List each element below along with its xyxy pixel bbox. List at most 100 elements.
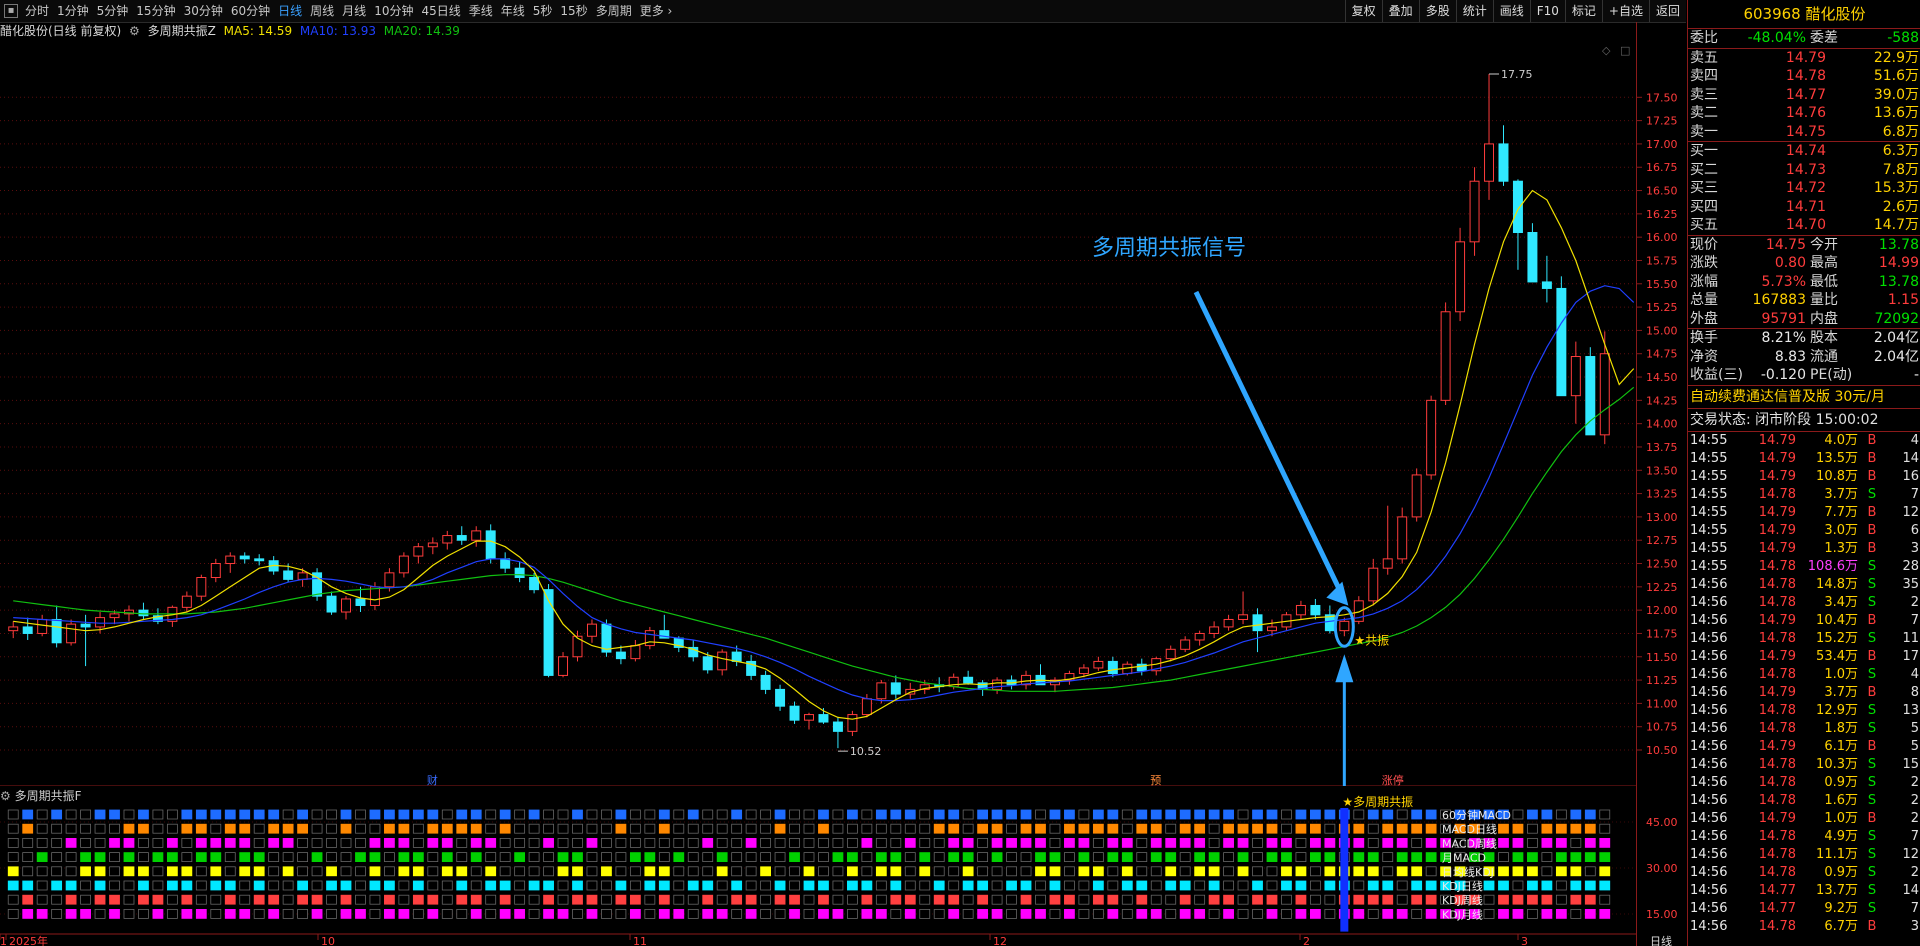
- subchart-title[interactable]: 多周期共振F: [15, 789, 82, 803]
- toolbar-button-1[interactable]: 叠加: [1381, 0, 1419, 22]
- chart-diamond-icon[interactable]: ◇: [1602, 44, 1611, 57]
- tick-row: 14:56 14.78 15.2万 S 11: [1688, 630, 1920, 648]
- toolbar-button-7[interactable]: +自选: [1601, 0, 1649, 22]
- signal-annotation: 多周期共振信号: [1092, 236, 1247, 261]
- signal-cell: [1049, 909, 1061, 919]
- signal-cell: [1107, 866, 1119, 877]
- candle-body: [1368, 567, 1379, 602]
- period-tab-8[interactable]: 月线: [338, 0, 370, 22]
- signal-cell: [731, 894, 743, 905]
- event-marker[interactable]: 财: [427, 773, 438, 786]
- signal-cell: [702, 894, 714, 905]
- period-tab-4[interactable]: 30分钟: [180, 0, 227, 22]
- tick-row: 14:56 14.78 12.9万 S 13: [1688, 702, 1920, 720]
- signal-cell: [224, 838, 236, 848]
- window-menu-icon[interactable]: ▪: [4, 4, 18, 18]
- bid-level[interactable]: 买五 14.70 14.7万: [1688, 216, 1920, 235]
- period-tab-1[interactable]: 1分钟: [53, 0, 93, 22]
- bid-level[interactable]: 买四 14.71 2.6万: [1688, 198, 1920, 217]
- signal-cell: [109, 838, 120, 848]
- signal-cell: [1295, 823, 1307, 834]
- signal-cell: [1020, 852, 1032, 862]
- signal-cell: [875, 823, 887, 834]
- signal-cell: [80, 852, 91, 862]
- ask-level[interactable]: 卖三 14.77 39.0万: [1688, 86, 1920, 105]
- toolbar-button-5[interactable]: F10: [1529, 0, 1565, 22]
- signal-cell: [1309, 838, 1321, 848]
- signal-cell: [1541, 823, 1553, 834]
- candle-body: [1180, 639, 1191, 650]
- signal-cell: [1555, 894, 1567, 905]
- toolbar-button-6[interactable]: 标记: [1564, 0, 1602, 22]
- chart-square-icon[interactable]: □: [1620, 44, 1630, 57]
- tick-volume: 0.9万: [1824, 774, 1858, 790]
- signal-cell: [36, 894, 48, 905]
- bid-level[interactable]: 买一 14.74 6.3万: [1688, 142, 1920, 161]
- period-tab-9[interactable]: 10分钟: [370, 0, 417, 22]
- date-label: 12: [993, 935, 1007, 946]
- period-tab-14[interactable]: 15秒: [556, 0, 591, 22]
- candle-body: [1426, 399, 1437, 476]
- signal-cell: [384, 866, 395, 877]
- signal-cell: [485, 838, 497, 848]
- signal-cell: [499, 909, 511, 919]
- period-tab-0[interactable]: 分时: [21, 0, 53, 22]
- toolbar-button-4[interactable]: 画线: [1492, 0, 1530, 22]
- signal-cell: [962, 838, 974, 848]
- toolbar-button-0[interactable]: 复权: [1344, 0, 1382, 22]
- tick-direction: S: [1867, 774, 1877, 790]
- signal-cell: [1570, 909, 1582, 919]
- ask-level[interactable]: 卖一 14.75 6.8万: [1688, 123, 1920, 142]
- candle-body: [1238, 614, 1249, 620]
- candle-body: [775, 688, 786, 707]
- subchart-settings-icon[interactable]: ⚙: [0, 789, 11, 803]
- ask-level[interactable]: 卖二 14.76 13.6万: [1688, 104, 1920, 123]
- tick-time: 14:56: [1690, 684, 1728, 700]
- promo-banner[interactable]: 自动续费通达信普及版 30元/月: [1688, 386, 1920, 409]
- signal-cell: [7, 823, 19, 834]
- period-tab-13[interactable]: 5秒: [529, 0, 557, 22]
- period-tab-2[interactable]: 5分钟: [93, 0, 133, 22]
- tick-count: 7: [1910, 486, 1919, 502]
- candlestick-chart[interactable]: 17.50 17.25 17.00 16.75 16.50 16.25 16.00 15.75…: [0, 22, 1686, 786]
- ask-level[interactable]: 卖五 14.79 22.9万: [1688, 49, 1920, 68]
- period-tab-12[interactable]: 年线: [497, 0, 529, 22]
- event-marker[interactable]: 预: [1150, 774, 1161, 786]
- ask-level[interactable]: 卖四 14.78 51.6万: [1688, 67, 1920, 86]
- period-tab-6[interactable]: 日线: [274, 0, 306, 22]
- candle-body: [1339, 620, 1350, 632]
- signal-cell: [412, 894, 424, 905]
- period-tab-16[interactable]: 更多 ›: [636, 0, 677, 22]
- signal-cell: [1353, 809, 1365, 820]
- tick-list[interactable]: 14:55 14.79 4.0万 B 4 14:55 14.79 13.5万 B 14 14:55 1…: [1688, 432, 1920, 936]
- period-tab-10[interactable]: 45日线: [417, 0, 464, 22]
- signal-cell: [789, 909, 800, 919]
- signal-cell: [1353, 880, 1365, 891]
- signal-cell: [543, 823, 554, 834]
- bid-level[interactable]: 买三 14.72 15.3万: [1688, 179, 1920, 198]
- period-tab-3[interactable]: 15分钟: [132, 0, 179, 22]
- bid-level[interactable]: 买二 14.73 7.8万: [1688, 161, 1920, 180]
- toolbar-button-8[interactable]: 返回: [1648, 0, 1686, 22]
- signal-cell: [470, 909, 482, 919]
- period-tab-11[interactable]: 季线: [465, 0, 497, 22]
- signal-cell: [1035, 823, 1046, 834]
- signal-cell: [847, 838, 858, 848]
- toolbar-button-3[interactable]: 统计: [1455, 0, 1493, 22]
- stock-header[interactable]: 603968 醋化股份: [1688, 0, 1920, 29]
- event-marker[interactable]: 涨停: [1382, 773, 1404, 786]
- signal-cell: [1252, 838, 1263, 848]
- period-tab-7[interactable]: 周线: [306, 0, 338, 22]
- signal-cell: [1252, 866, 1263, 877]
- period-tab-15[interactable]: 多周期: [592, 0, 636, 22]
- signal-cell: [123, 838, 135, 848]
- toolbar-button-2[interactable]: 多股: [1418, 0, 1456, 22]
- signal-cell: [297, 838, 309, 848]
- stat-label: 收益(三): [1690, 367, 1743, 383]
- tick-price: 14.77: [1758, 882, 1796, 898]
- level-label: 卖五: [1690, 49, 1718, 66]
- y-axis-label: 16.75: [1646, 161, 1678, 174]
- period-tab-5[interactable]: 60分钟: [227, 0, 274, 22]
- signal-cell: [109, 880, 120, 891]
- resonance-indicator-chart[interactable]: 45.00 30.00 15.00 ★多周期共振 60分钟MACDMACD日线MACD周…: [0, 786, 1686, 946]
